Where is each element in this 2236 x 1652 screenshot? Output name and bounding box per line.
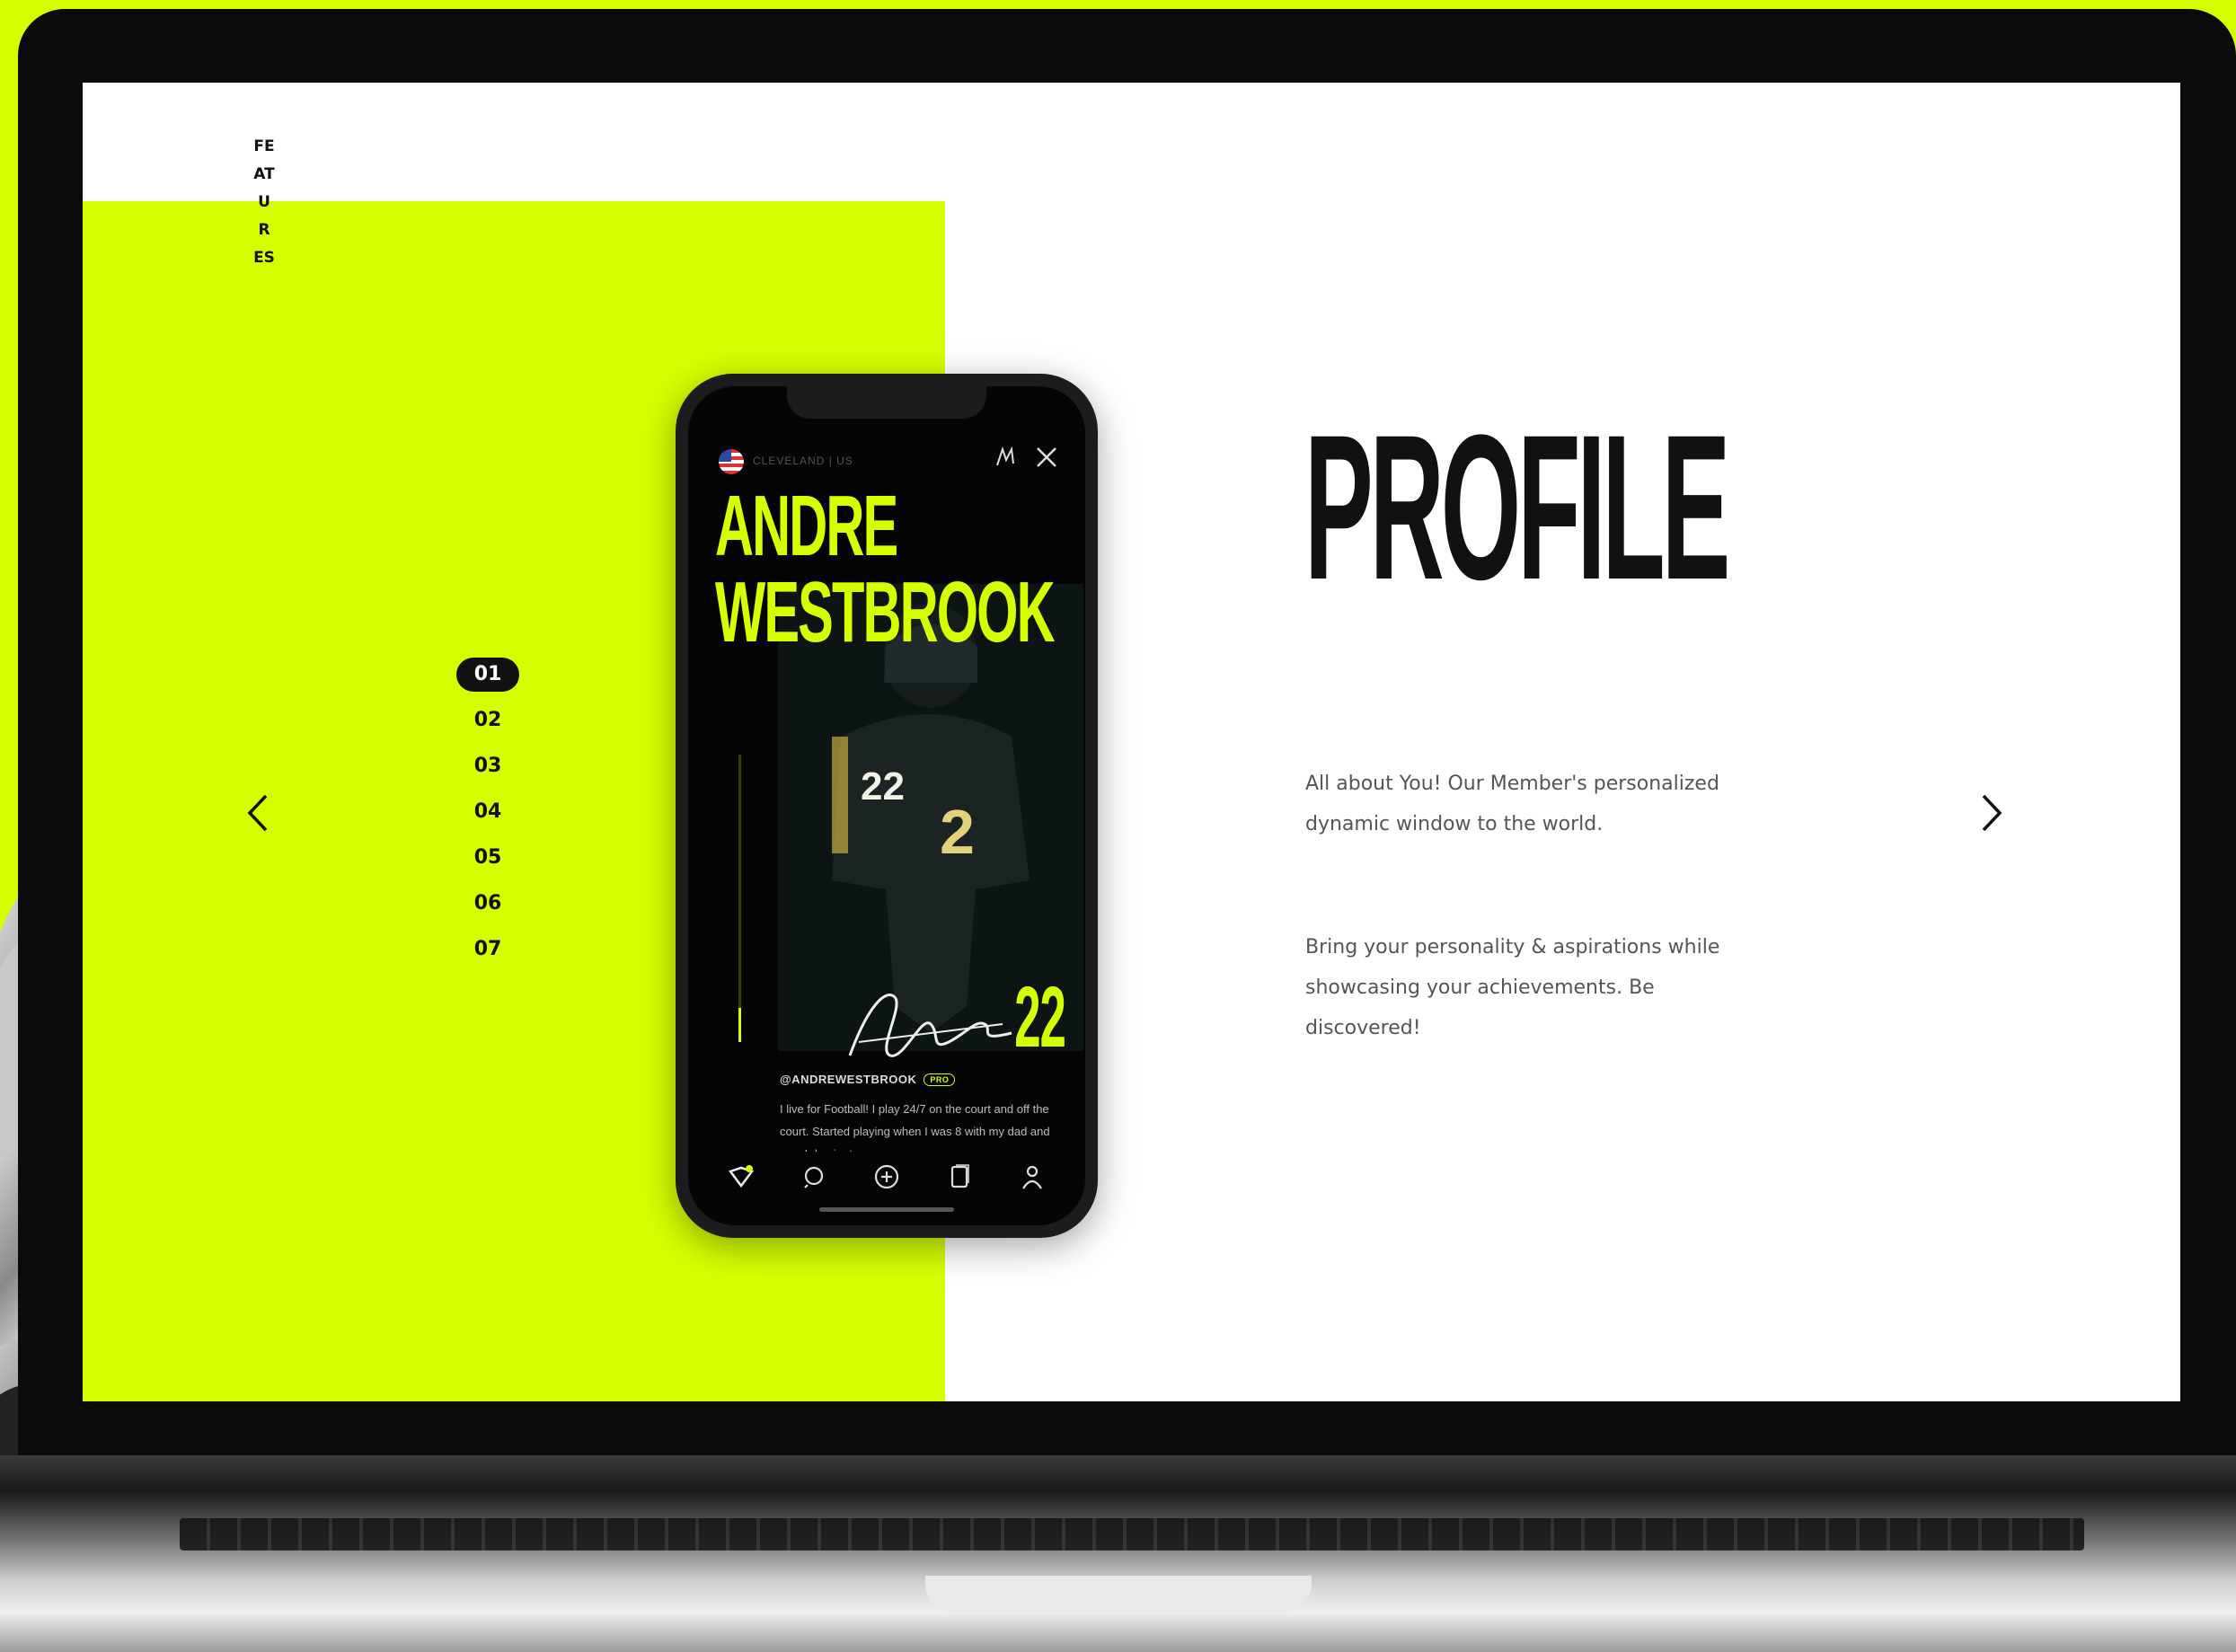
logo-icon[interactable] <box>723 1159 759 1195</box>
pager-item-03[interactable]: 03 <box>456 749 519 783</box>
phone-screen: CLEVELAND | US 22 2 ANDRE WESTBROOK <box>688 386 1085 1225</box>
us-flag-icon <box>719 449 744 474</box>
laptop-trackpad-notch <box>925 1576 1312 1612</box>
search-icon[interactable] <box>796 1159 832 1195</box>
athlete-bio: I live for Football! I play 24/7 on the … <box>780 1102 1050 1152</box>
home-indicator <box>819 1207 954 1212</box>
chevron-left-icon <box>247 794 268 832</box>
athlete-name: ANDRE WESTBROOK <box>715 478 1056 656</box>
chevron-right-icon <box>1982 794 2002 832</box>
previous-arrow-button[interactable] <box>235 786 280 840</box>
athlete-handle[interactable]: @ANDREWESTBROOK <box>780 1073 916 1086</box>
pager-item-02[interactable]: 02 <box>456 703 519 738</box>
document-icon[interactable] <box>941 1159 977 1195</box>
phone-top-actions <box>992 444 1058 471</box>
stats-progress-bar <box>738 755 741 1042</box>
phone-notch <box>787 386 986 419</box>
athlete-first-name: ANDRE <box>715 478 898 574</box>
pro-badge: PRO <box>924 1073 956 1086</box>
close-icon[interactable] <box>1035 446 1058 469</box>
section-description-1: All about You! Our Member's personalized… <box>1305 773 1719 835</box>
signature-mark-icon[interactable] <box>992 444 1019 471</box>
section-title: PROFILE <box>1304 392 1730 623</box>
pager-item-04[interactable]: 04 <box>456 795 519 829</box>
athlete-location: CLEVELAND | US <box>753 455 853 467</box>
section-description-2: Bring your personality & aspirations whi… <box>1305 936 1720 1039</box>
stats-progress-fill <box>738 1007 741 1042</box>
athlete-handle-row: @ANDREWESTBROOK PRO <box>780 1073 956 1086</box>
website-screen: FEATURES 01 02 03 04 05 06 07 CLEVELAND … <box>83 83 2180 1401</box>
pager-item-06[interactable]: 06 <box>456 887 519 921</box>
svg-text:2: 2 <box>940 797 975 867</box>
laptop-base <box>0 1455 2236 1652</box>
add-icon[interactable] <box>869 1159 905 1195</box>
laptop-keyboard <box>180 1518 2084 1550</box>
jersey-number: 22 <box>1014 969 1066 1065</box>
feature-pager: 01 02 03 04 05 06 07 <box>456 658 519 978</box>
features-vertical-label: FEATURES <box>253 137 275 267</box>
svg-text:22: 22 <box>861 764 905 808</box>
next-arrow-button[interactable] <box>1969 786 2014 840</box>
signature-image <box>848 994 1012 1057</box>
phone-tab-bar <box>688 1152 1085 1202</box>
phone-mockup: CLEVELAND | US 22 2 ANDRE WESTBROOK <box>676 374 1098 1238</box>
profile-icon[interactable] <box>1014 1159 1050 1195</box>
pager-item-07[interactable]: 07 <box>456 932 519 967</box>
pager-item-01[interactable]: 01 <box>456 658 519 692</box>
athlete-last-name: WESTBROOK <box>715 570 1056 656</box>
pager-item-05[interactable]: 05 <box>456 841 519 875</box>
